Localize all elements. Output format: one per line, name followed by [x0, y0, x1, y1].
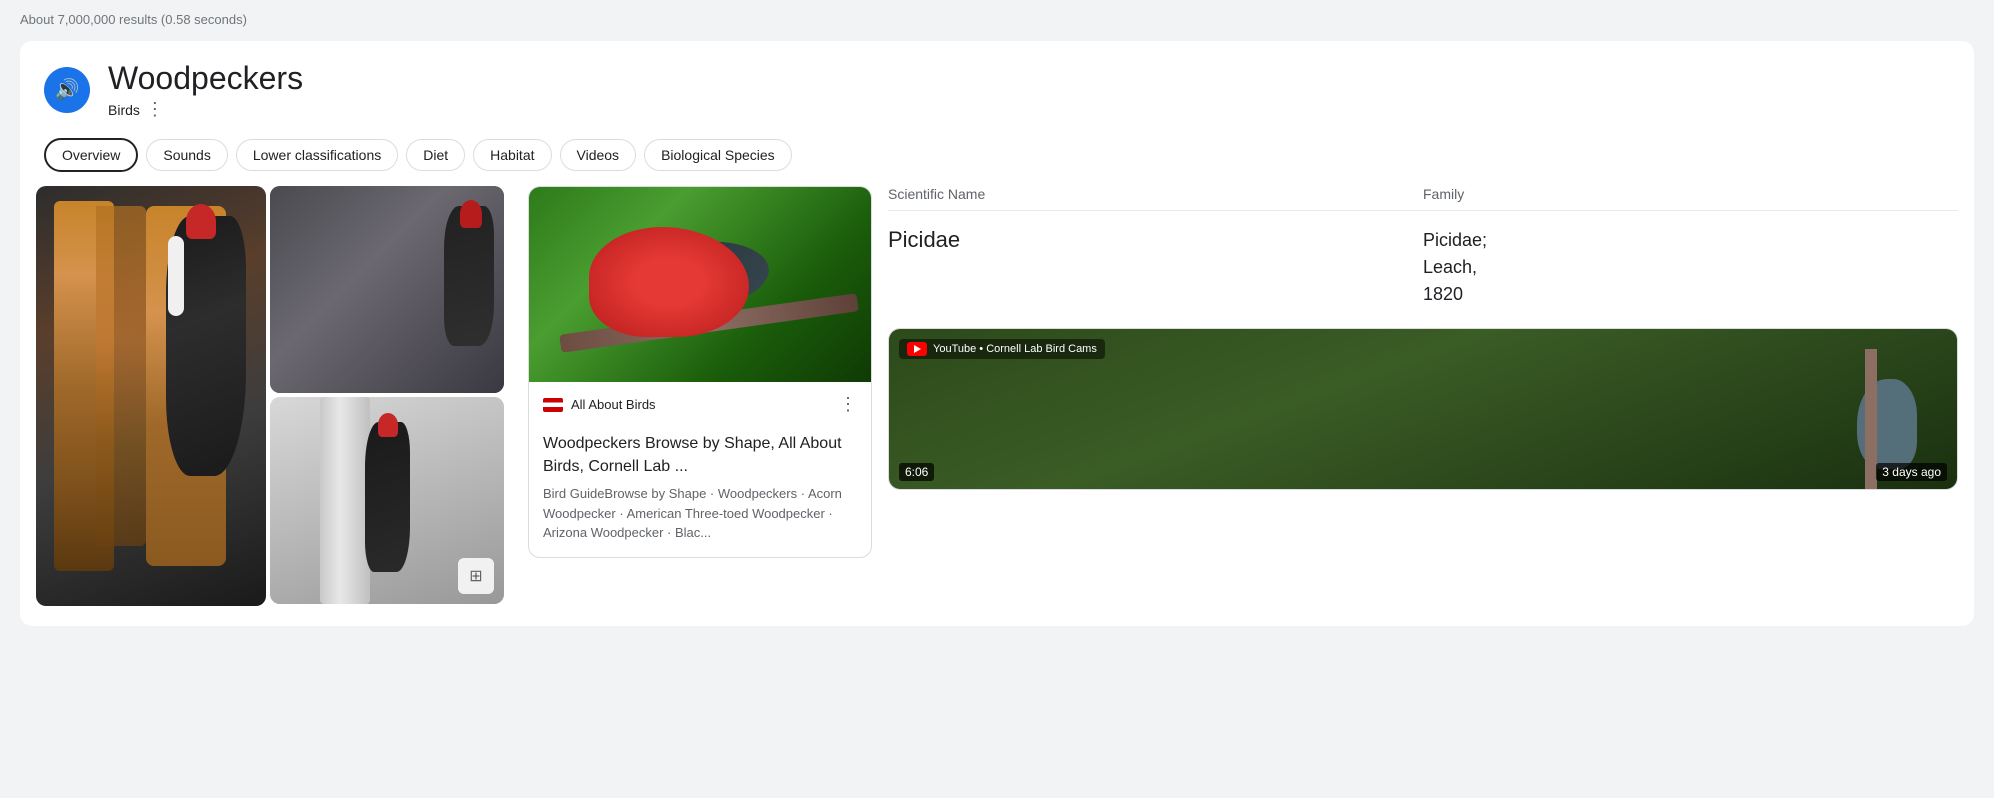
speaker-icon: 🔊 [55, 77, 80, 102]
article-card-header: All About Birds ⋮ [529, 382, 871, 423]
article-card[interactable]: All About Birds ⋮ Woodpeckers Browse by … [528, 186, 872, 557]
stone-bg [270, 186, 504, 393]
info-table: Scientific Name Family Picidae Picidae;L… [888, 186, 1958, 316]
title-area: Woodpeckers Birds ⋮ [108, 59, 303, 120]
video-overlay: YouTube • Cornell Lab Bird Cams [899, 339, 1105, 359]
youtube-icon [907, 342, 927, 356]
info-table-header: Scientific Name Family [888, 186, 1958, 211]
article-title[interactable]: Woodpeckers Browse by Shape, All About B… [543, 433, 857, 478]
info-table-row: Picidae Picidae;Leach,1820 [888, 219, 1958, 316]
page-wrapper: About 7,000,000 results (0.58 seconds) 🔊… [0, 0, 1994, 798]
source-flag [543, 398, 563, 412]
bird3-body [365, 422, 410, 572]
entity-subtitle: Birds [108, 102, 140, 118]
video-source-text: YouTube • Cornell Lab Bird Cams [933, 343, 1097, 355]
family-header: Family [1423, 186, 1958, 202]
tab-habitat[interactable]: Habitat [473, 139, 551, 171]
bird2-crest [460, 200, 482, 228]
tree-trunk-right [96, 206, 146, 546]
bird-red-crest [186, 204, 216, 239]
scientific-name-value: Picidae [888, 227, 1423, 253]
subtitle-row: Birds ⋮ [108, 99, 303, 120]
main-image[interactable] [36, 186, 266, 606]
video-thumbnail: YouTube • Cornell Lab Bird Cams 6:06 3 d… [889, 329, 1957, 489]
image-bottom[interactable]: ⊞ [270, 397, 504, 604]
entity-title: Woodpeckers [108, 59, 303, 97]
video-age: 3 days ago [1876, 463, 1947, 481]
image-top[interactable] [270, 186, 504, 393]
tabs-row: Overview Sounds Lower classifications Di… [20, 130, 1974, 186]
article-description: Bird GuideBrowse by Shape · Woodpeckers … [543, 484, 857, 543]
speaker-button[interactable]: 🔊 [44, 67, 90, 113]
results-count: About 7,000,000 results (0.58 seconds) [20, 12, 1974, 27]
tab-lower-classifications[interactable]: Lower classifications [236, 139, 398, 171]
gallery-icon: ⊞ [469, 566, 482, 586]
bird-white-stripe [168, 236, 184, 316]
article-card-section: All About Birds ⋮ Woodpeckers Browse by … [520, 186, 880, 606]
tab-videos[interactable]: Videos [560, 139, 637, 171]
youtube-play-icon [914, 345, 921, 353]
source-name: All About Birds [571, 397, 831, 412]
knowledge-panel: 🔊 Woodpeckers Birds ⋮ Overview Sounds Lo… [20, 41, 1974, 626]
info-panel: Scientific Name Family Picidae Picidae;L… [880, 186, 1974, 606]
video-duration: 6:06 [899, 463, 934, 481]
birch-trunk [320, 397, 370, 604]
video-card[interactable]: YouTube • Cornell Lab Bird Cams 6:06 3 d… [888, 328, 1958, 490]
main-image-placeholder [36, 186, 266, 606]
article-bird-image [529, 187, 871, 382]
family-value: Picidae;Leach,1820 [1423, 227, 1958, 308]
tab-diet[interactable]: Diet [406, 139, 465, 171]
tab-sounds[interactable]: Sounds [146, 139, 227, 171]
tab-overview[interactable]: Overview [44, 138, 138, 172]
article-card-body: Woodpeckers Browse by Shape, All About B… [529, 423, 871, 556]
tab-biological-species[interactable]: Biological Species [644, 139, 792, 171]
entity-more-icon[interactable]: ⋮ [146, 99, 164, 120]
images-section: ⊞ [20, 186, 520, 606]
feeder-post [1865, 349, 1877, 489]
kp-header: 🔊 Woodpeckers Birds ⋮ [20, 41, 1974, 130]
image-top-placeholder [270, 186, 504, 393]
kp-body: ⊞ All About Birds ⋮ [20, 186, 1974, 626]
gallery-button[interactable]: ⊞ [458, 558, 494, 594]
card-more-icon[interactable]: ⋮ [839, 394, 857, 415]
scientific-name-header: Scientific Name [888, 186, 1423, 202]
bird3-crest [378, 413, 398, 437]
image-stack: ⊞ [270, 186, 504, 606]
